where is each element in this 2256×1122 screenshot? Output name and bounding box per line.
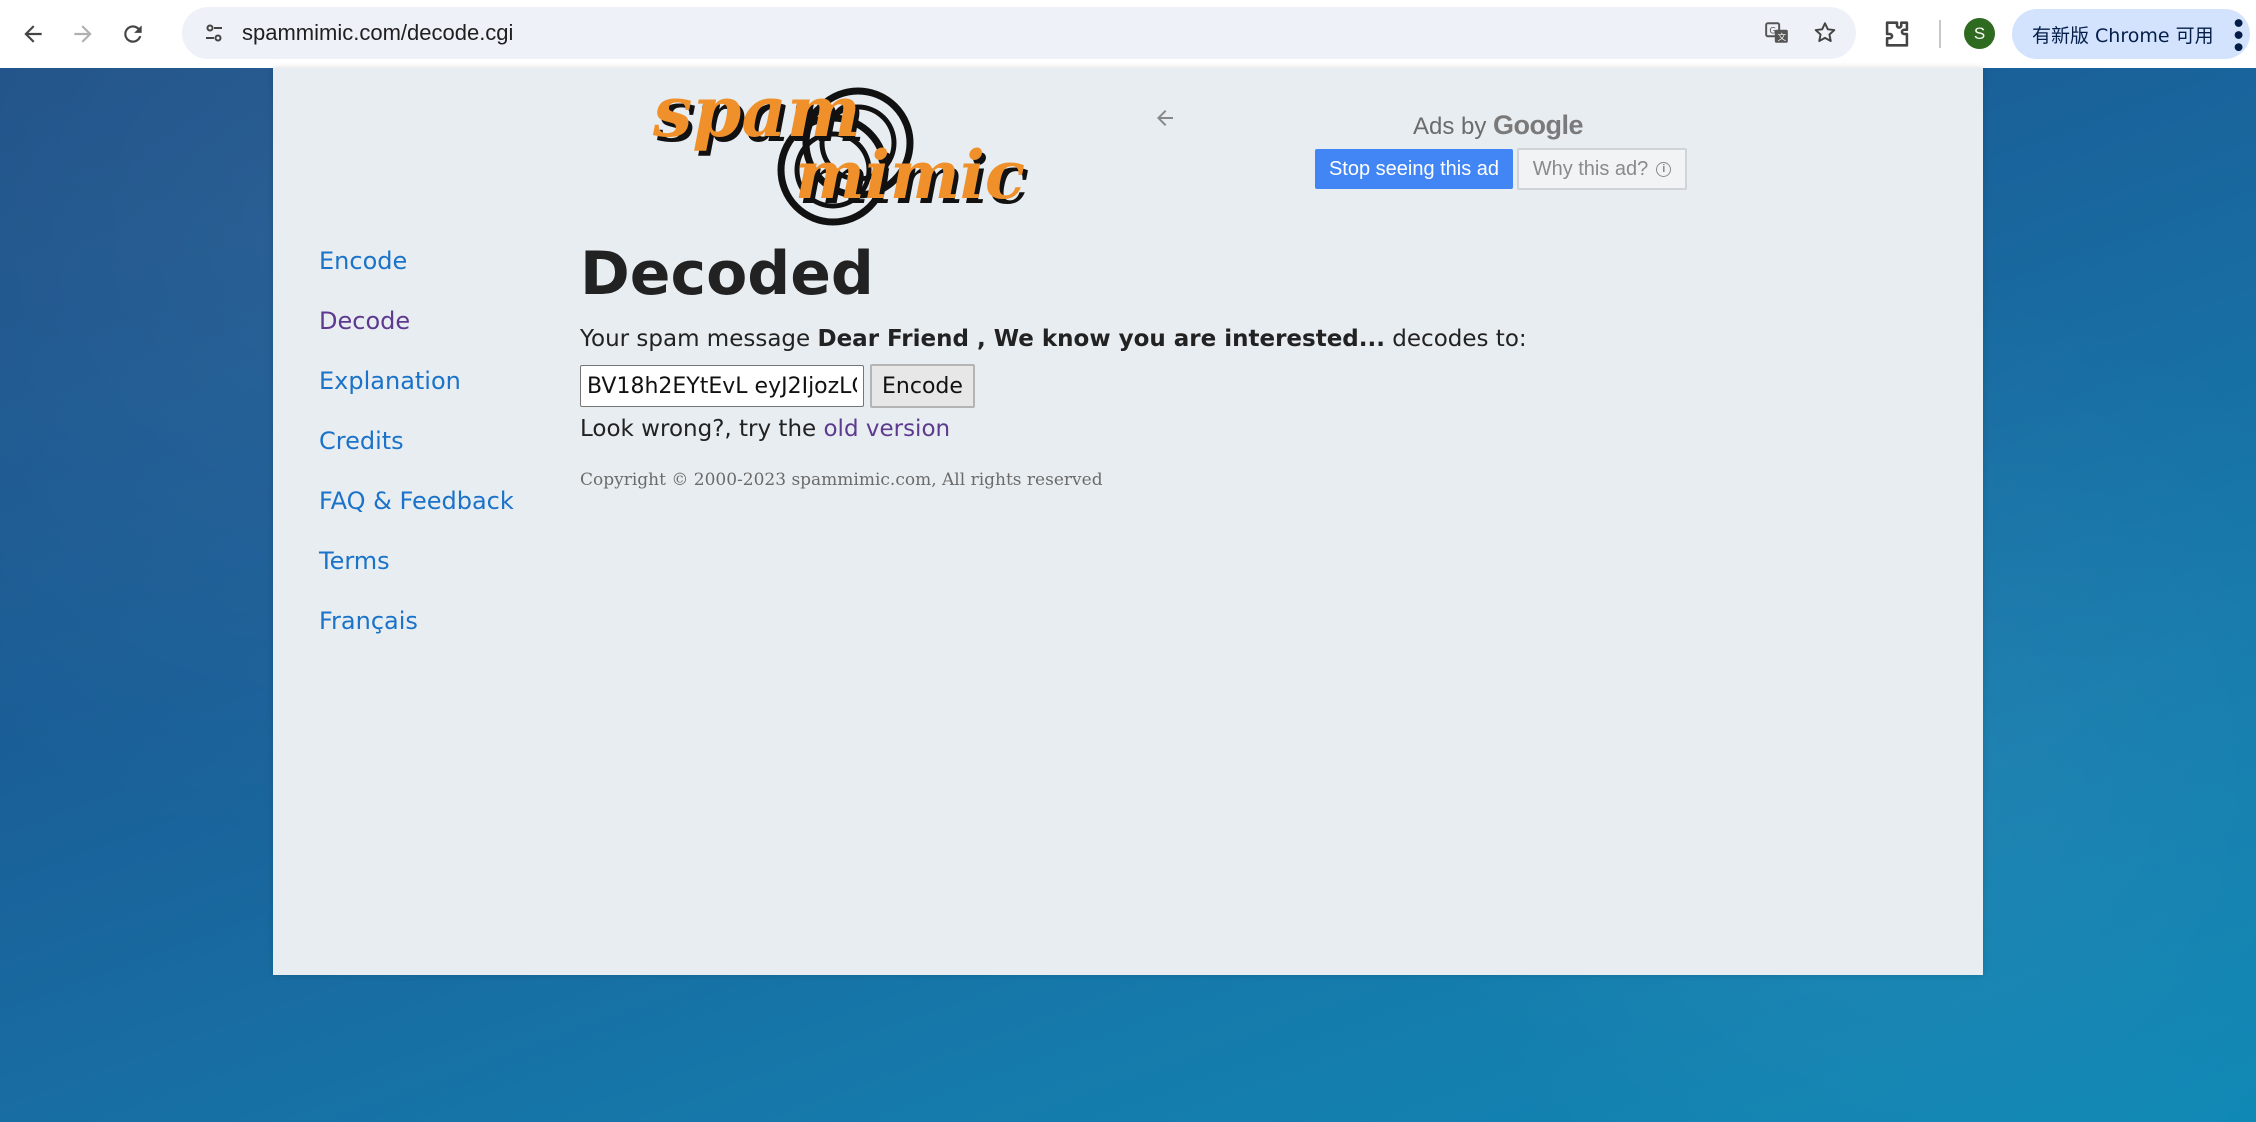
- old-version-link[interactable]: old version: [823, 416, 950, 442]
- message-suffix: decodes to:: [1392, 326, 1527, 352]
- look-wrong-text: Look wrong?, try the: [580, 416, 817, 442]
- profile-avatar[interactable]: S: [1964, 18, 1995, 49]
- extensions-puzzle-icon[interactable]: [1880, 17, 1914, 51]
- why-this-ad-label: Why this ad?: [1532, 157, 1649, 180]
- address-bar[interactable]: spammimic.com/decode.cgi G 文: [182, 7, 1856, 59]
- nav-link-francais[interactable]: Français: [319, 604, 514, 664]
- main-content: Decoded Your spam message Dear Friend , …: [580, 236, 1880, 490]
- why-this-ad-button[interactable]: Why this ad? i: [1517, 148, 1687, 190]
- nav-link-credits[interactable]: Credits: [319, 424, 514, 484]
- nav-link-faq-feedback[interactable]: FAQ & Feedback: [319, 484, 514, 544]
- translate-icon[interactable]: G 文: [1764, 20, 1790, 46]
- update-label: 有新版 Chrome 可用: [2032, 24, 2214, 47]
- page-container: spam spam mimic mimic Ads by Google Stop…: [273, 68, 1983, 975]
- nav-link-decode[interactable]: Decode: [319, 304, 514, 364]
- spam-message-excerpt: Dear Friend , We know you are interested…: [817, 326, 1385, 352]
- page-title: Decoded: [580, 239, 874, 309]
- reload-icon: [124, 25, 142, 43]
- copyright-notice: Copyright © 2000-2023 spammimic.com, All…: [580, 470, 1103, 490]
- forward-arrow-icon: [74, 25, 92, 43]
- spammimic-logo[interactable]: spam spam mimic mimic: [643, 78, 1043, 228]
- back-button[interactable]: [8, 9, 58, 59]
- info-icon: i: [1656, 161, 1672, 177]
- nav-link-explanation[interactable]: Explanation: [319, 364, 514, 424]
- message-prefix: Your spam message: [580, 326, 811, 352]
- ads-by-google: Ads by Google: [1413, 110, 1584, 141]
- nav-link-terms[interactable]: Terms: [319, 544, 514, 604]
- decode-result-row: Encode: [580, 364, 1880, 408]
- google-wordmark: Google: [1493, 110, 1584, 140]
- look-wrong-line: Look wrong?, try the old version: [580, 412, 1880, 446]
- site-info-icon[interactable]: [190, 9, 238, 57]
- side-navigation: Encode Decode Explanation Credits FAQ & …: [319, 244, 514, 664]
- decoded-text-field[interactable]: [580, 365, 864, 407]
- browser-toolbar: spammimic.com/decode.cgi G 文 S 有新版 Chrom…: [0, 0, 2256, 68]
- toolbar-divider: [1939, 20, 1941, 48]
- bookmark-star-icon[interactable]: [1812, 20, 1838, 46]
- stop-seeing-ad-button[interactable]: Stop seeing this ad: [1315, 149, 1513, 189]
- chrome-update-button[interactable]: 有新版 Chrome 可用 •••: [2012, 9, 2250, 59]
- reload-button[interactable]: [108, 9, 158, 59]
- forward-button[interactable]: [58, 9, 108, 59]
- ads-by-label: Ads by: [1413, 113, 1487, 140]
- nav-link-encode[interactable]: Encode: [319, 244, 514, 304]
- logo-word-mimic: mimic: [795, 136, 1025, 214]
- encode-button[interactable]: Encode: [870, 364, 975, 408]
- svg-text:文: 文: [1778, 31, 1787, 43]
- ad-back-arrow-icon[interactable]: [1153, 106, 1177, 130]
- spam-message-line: Your spam message Dear Friend , We know …: [580, 322, 1880, 356]
- url-text[interactable]: spammimic.com/decode.cgi: [242, 20, 513, 46]
- more-menu-icon[interactable]: •••: [2225, 16, 2250, 52]
- back-arrow-icon: [24, 25, 42, 43]
